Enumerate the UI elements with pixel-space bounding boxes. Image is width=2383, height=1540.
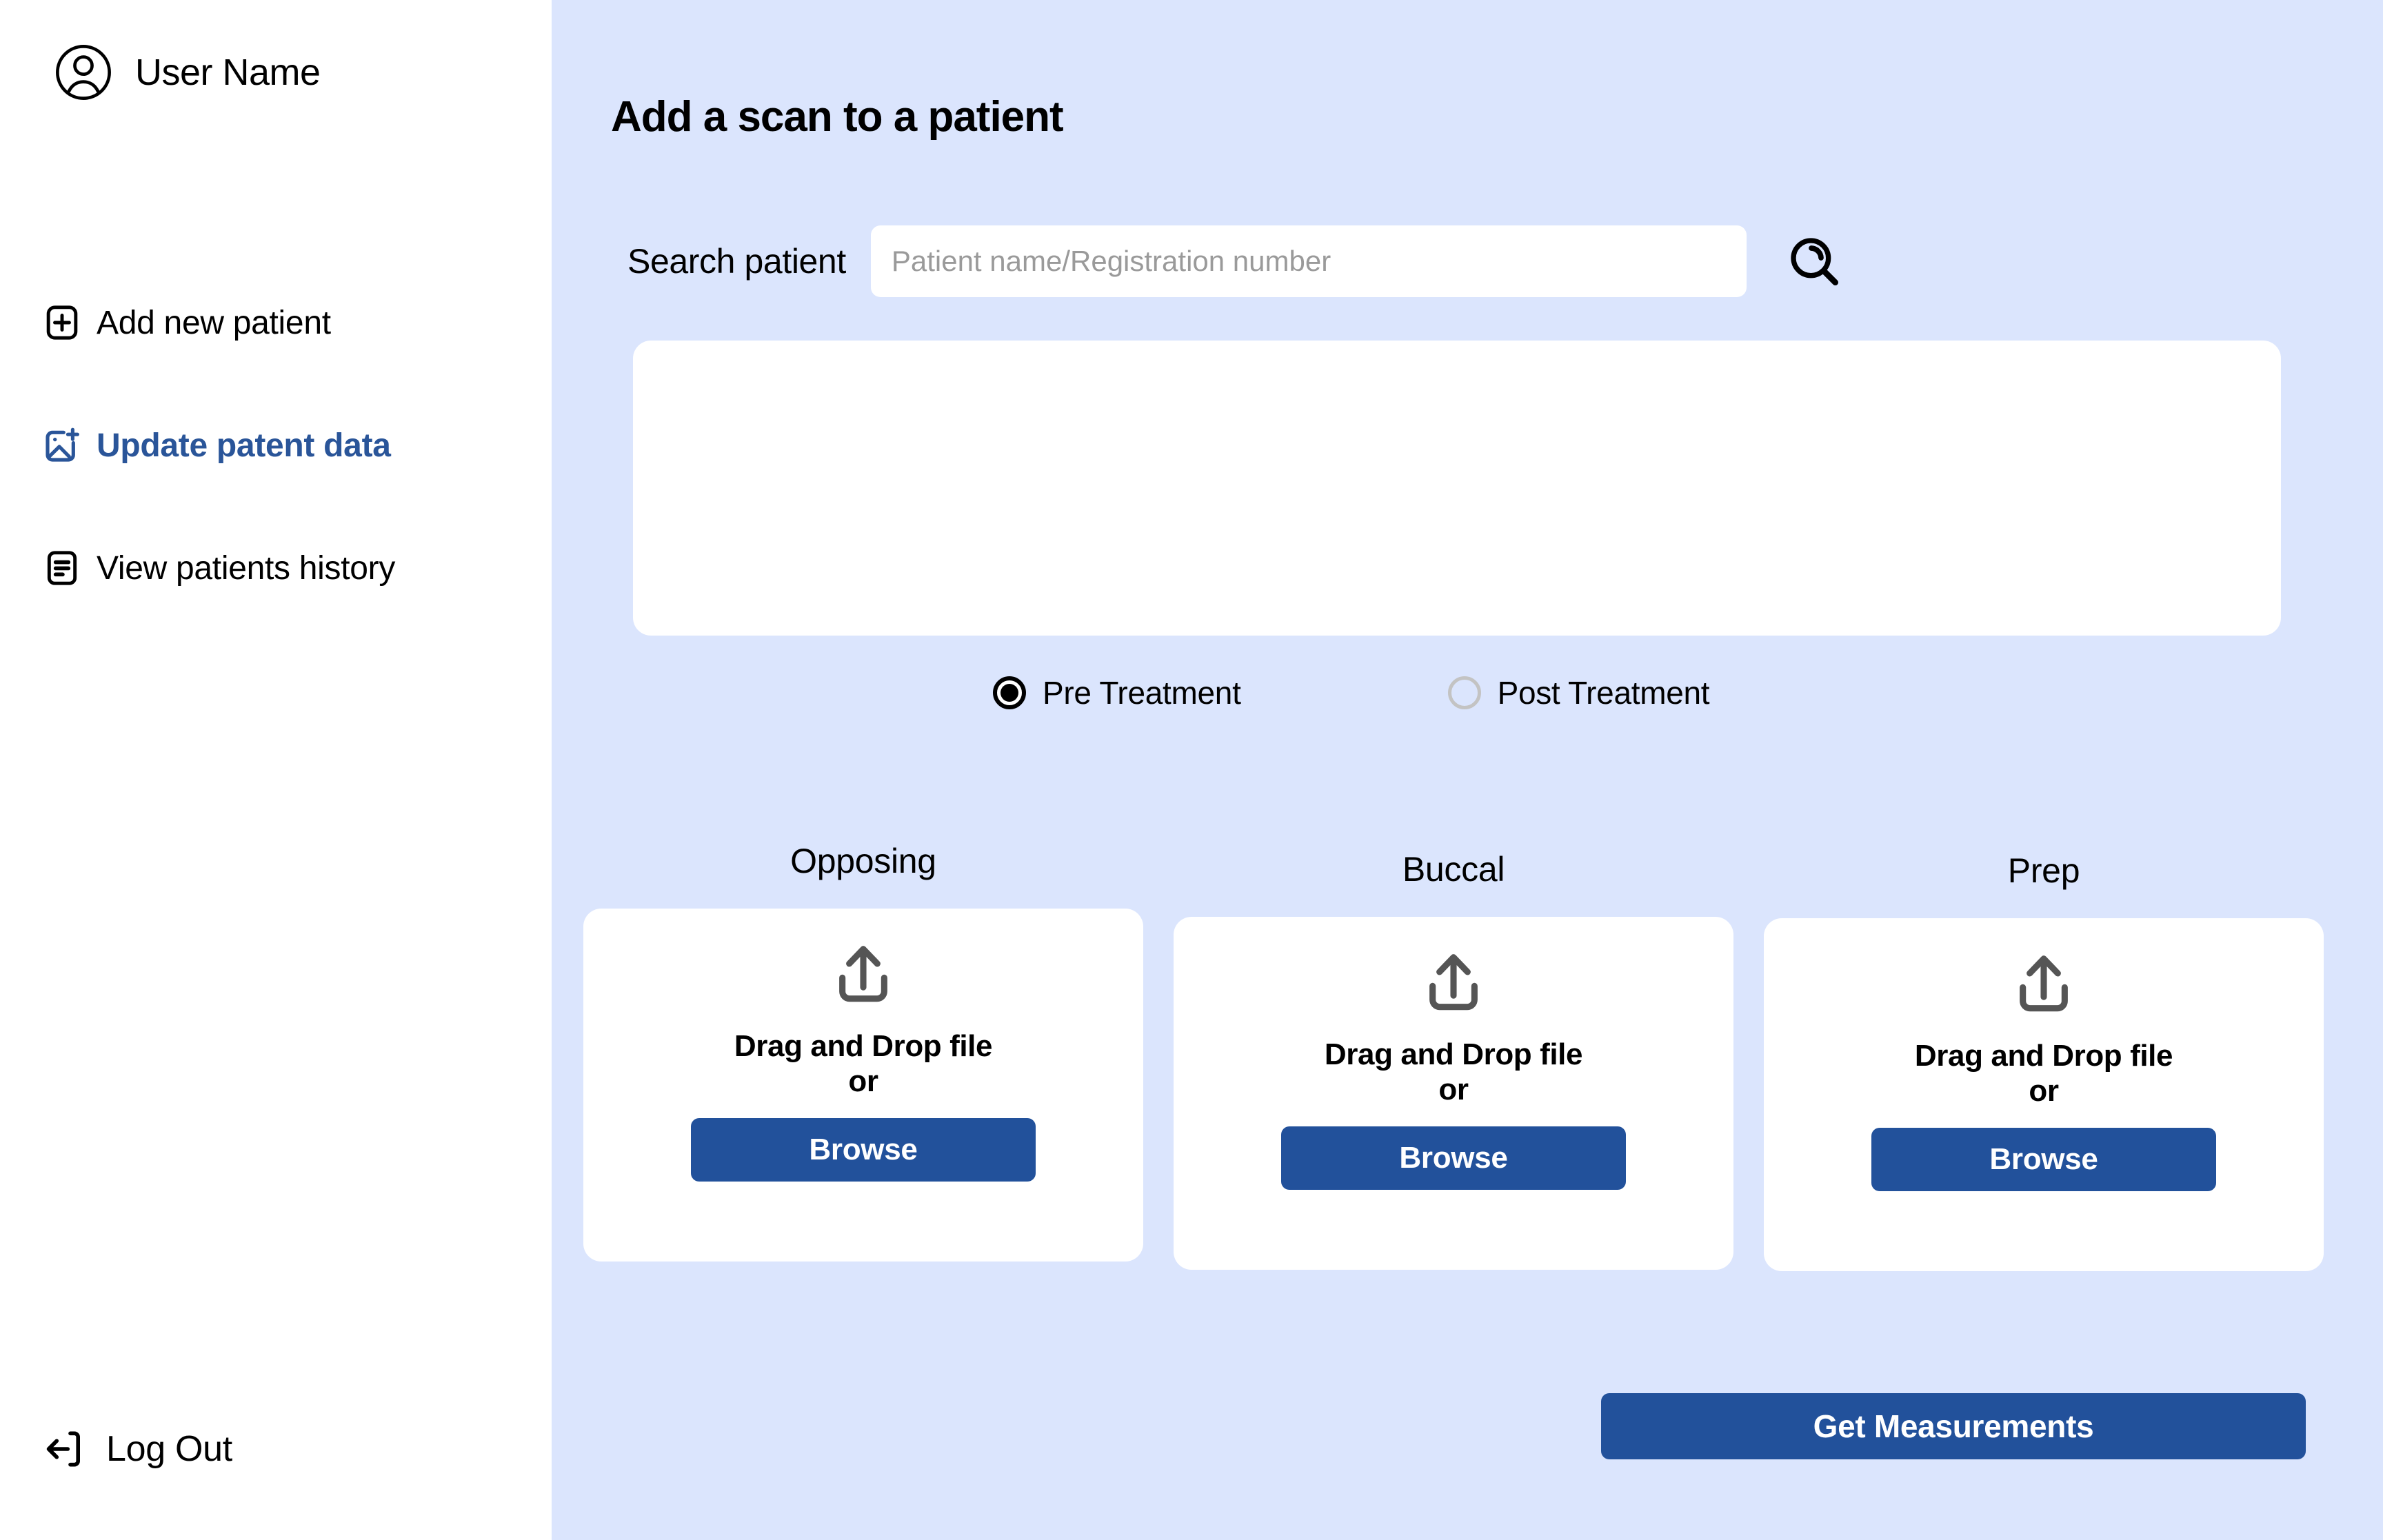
upload-card-title: Prep [2007,851,2080,890]
or-text: or [1438,1072,1469,1106]
upload-cards-row: Opposing Drag and Drop file or Browse Bu… [552,841,2383,1317]
radio-option-pre-treatment[interactable]: Pre Treatment [993,674,1241,711]
upload-group-opposing: Opposing Drag and Drop file or Browse [583,841,1143,1262]
logout-label: Log Out [106,1429,232,1469]
main-content: Add a scan to a patient Search patient P… [552,0,2383,1540]
patient-results-panel[interactable] [633,341,2281,636]
dragdrop-text: Drag and Drop file [1914,1039,2173,1073]
search-button[interactable] [1782,230,1846,293]
radio-button-unselected-icon[interactable] [1447,676,1481,709]
sidebar-item-add-new-patient[interactable]: Add new patient [43,291,525,354]
upload-group-buccal: Buccal Drag and Drop file or Browse [1174,849,1733,1270]
radio-label: Pre Treatment [1043,675,1241,711]
or-text: or [2029,1073,2059,1108]
search-row: Search patient [627,225,1846,297]
search-input[interactable] [870,225,1747,297]
search-label: Search patient [627,242,846,281]
sidebar-item-update-patent-data[interactable]: Update patent data [43,414,525,477]
dragdrop-text: Drag and Drop file [1324,1037,1583,1071]
upload-dropzone-buccal[interactable]: Drag and Drop file or Browse [1174,917,1733,1270]
treatment-radio-group: Pre Treatment Post Treatment [993,674,1710,711]
search-icon [1787,234,1842,289]
user-circle-icon [54,43,113,102]
radio-button-selected-icon[interactable] [993,676,1026,709]
sidebar-nav: Add new patient Update patent data View … [43,291,525,659]
upload-arrow-icon [1418,947,1489,1037]
user-name: User Name [135,52,321,93]
sidebar-item-label: Update patent data [97,427,391,464]
page-title: Add a scan to a patient [611,93,1064,141]
dragdrop-text: Drag and Drop file [734,1029,993,1063]
plus-square-icon [43,303,81,342]
upload-dropzone-prep[interactable]: Drag and Drop file or Browse [1764,918,2324,1271]
upload-group-prep: Prep Drag and Drop file or Browse [1764,851,2324,1271]
logout-button[interactable]: Log Out [43,1427,232,1471]
browse-button-opposing[interactable]: Browse [691,1117,1036,1182]
upload-arrow-icon [2008,949,2080,1038]
upload-arrow-icon [827,939,899,1029]
upload-card-title: Buccal [1402,850,1505,889]
upload-dropzone-opposing[interactable]: Drag and Drop file or Browse [583,909,1143,1262]
logout-arrow-icon [43,1427,87,1471]
browse-button-prep[interactable]: Browse [1871,1127,2216,1191]
radio-label: Post Treatment [1497,675,1710,711]
user-profile[interactable]: User Name [54,43,321,102]
upload-card-title: Opposing [790,842,936,880]
or-text: or [848,1064,878,1098]
image-plus-icon [43,426,81,465]
sidebar-item-label: View patients history [97,549,396,587]
browse-button-buccal[interactable]: Browse [1281,1126,1626,1190]
get-measurements-button[interactable]: Get Measurements [1601,1393,2306,1459]
radio-option-post-treatment[interactable]: Post Treatment [1447,674,1710,711]
sidebar-item-label: Add new patient [97,304,331,341]
sidebar-item-view-patients-history[interactable]: View patients history [43,536,525,600]
sidebar: User Name Add new patient Update patent … [0,0,552,1540]
document-list-icon [43,549,81,587]
